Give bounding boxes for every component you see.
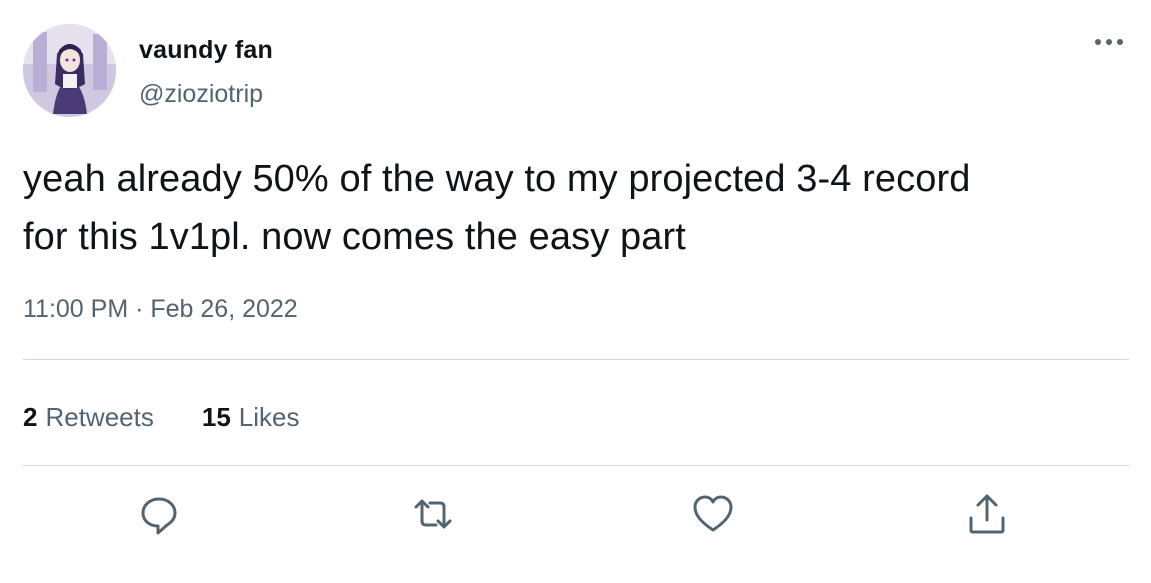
- retweet-icon: [414, 499, 452, 529]
- share-button[interactable]: [965, 492, 1009, 536]
- heart-icon: [693, 495, 733, 532]
- avatar[interactable]: [23, 24, 116, 117]
- retweets-stat[interactable]: 2 Retweets: [23, 400, 154, 434]
- like-button[interactable]: [691, 492, 735, 536]
- reply-button[interactable]: [137, 492, 181, 536]
- anime-character-avatar-icon: [23, 24, 116, 117]
- likes-label: Likes: [238, 402, 300, 432]
- tweet-text-line: for this 1v1pl. now comes the easy part: [23, 216, 686, 258]
- retweets-count: 2: [23, 402, 38, 432]
- retweet-button[interactable]: [411, 492, 455, 536]
- divider: [23, 359, 1129, 360]
- tweet-text: yeah already 50% of the way to my projec…: [23, 150, 1133, 266]
- tweet-timestamp[interactable]: 11:00 PM · Feb 26, 2022: [23, 292, 298, 326]
- likes-stat[interactable]: 15 Likes: [202, 400, 300, 434]
- tweet-stats: 2 Retweets 15 Likes: [23, 400, 299, 434]
- more-horizontal-icon[interactable]: [1090, 30, 1128, 54]
- share-icon: [969, 494, 1005, 534]
- likes-count: 15: [201, 402, 231, 432]
- divider: [23, 465, 1129, 466]
- user-handle[interactable]: @zioziotrip: [139, 78, 263, 110]
- reply-icon: [141, 497, 177, 535]
- display-name[interactable]: vaundy fan: [139, 34, 273, 66]
- tweet-text-line: yeah already 50% of the way to my projec…: [23, 158, 971, 200]
- retweets-label: Retweets: [45, 402, 154, 432]
